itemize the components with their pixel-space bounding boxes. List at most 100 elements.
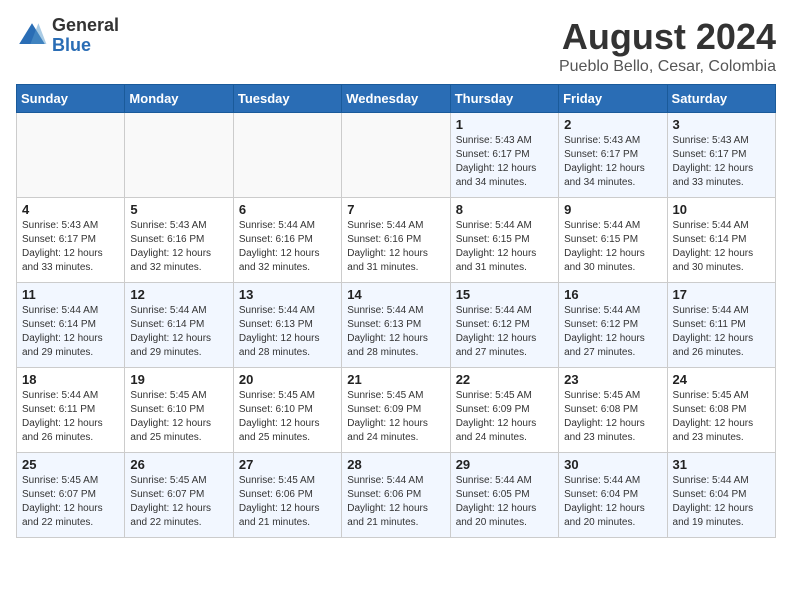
cell-0-5: 2Sunrise: 5:43 AM Sunset: 6:17 PM Daylig… (559, 113, 667, 198)
cell-0-3 (342, 113, 450, 198)
day-info: Sunrise: 5:44 AM Sunset: 6:11 PM Dayligh… (22, 389, 119, 445)
cell-1-4: 8Sunrise: 5:44 AM Sunset: 6:15 PM Daylig… (450, 198, 558, 283)
day-number: 25 (22, 457, 119, 472)
cell-4-0: 25 Sunrise: 5:45 AM Sunset: 6:07 PM Dayli… (17, 453, 125, 538)
day-info: Sunrise: 5:44 AM Sunset: 6:15 PM Dayligh… (564, 219, 661, 275)
cell-2-0: 11 Sunrise: 5:44 AM Sunset: 6:14 PM Dayli… (17, 283, 125, 368)
day-info: Sunrise: 5:45 AM Sunset: 6:10 PM Dayligh… (239, 389, 336, 445)
cell-1-3: 7 Sunrise: 5:44 AM Sunset: 6:16 PM Daylig… (342, 198, 450, 283)
cell-2-1: 12Sunrise: 5:44 AM Sunset: 6:14 PM Dayli… (125, 283, 233, 368)
day-number: 9 (564, 202, 661, 217)
cell-3-0: 18 Sunrise: 5:44 AM Sunset: 6:11 PM Dayli… (17, 368, 125, 453)
day-info: Sunrise: 5:44 AM Sunset: 6:14 PM Dayligh… (130, 304, 227, 360)
week-row-2: 4Sunrise: 5:43 AM Sunset: 6:17 PM Daylig… (17, 198, 776, 283)
cell-1-5: 9 Sunrise: 5:44 AM Sunset: 6:15 PM Daylig… (559, 198, 667, 283)
cell-4-4: 29 Sunrise: 5:44 AM Sunset: 6:05 PM Dayli… (450, 453, 558, 538)
logo: General Blue (16, 16, 119, 56)
day-info: Sunrise: 5:45 AM Sunset: 6:06 PM Dayligh… (239, 474, 336, 530)
day-info: Sunrise: 5:44 AM Sunset: 6:12 PM Dayligh… (456, 304, 553, 360)
day-info: Sunrise: 5:45 AM Sunset: 6:07 PM Dayligh… (22, 474, 119, 530)
day-info: Sunrise: 5:45 AM Sunset: 6:09 PM Dayligh… (456, 389, 553, 445)
day-number: 21 (347, 372, 444, 387)
cell-1-1: 5 Sunrise: 5:43 AM Sunset: 6:16 PM Daylig… (125, 198, 233, 283)
day-number: 5 (130, 202, 227, 217)
day-number: 31 (673, 457, 770, 472)
week-row-4: 18 Sunrise: 5:44 AM Sunset: 6:11 PM Dayli… (17, 368, 776, 453)
week-row-5: 25 Sunrise: 5:45 AM Sunset: 6:07 PM Dayli… (17, 453, 776, 538)
day-info: Sunrise: 5:44 AM Sunset: 6:04 PM Dayligh… (673, 474, 770, 530)
day-info: Sunrise: 5:44 AM Sunset: 6:04 PM Dayligh… (564, 474, 661, 530)
week-row-3: 11 Sunrise: 5:44 AM Sunset: 6:14 PM Dayli… (17, 283, 776, 368)
cell-1-2: 6Sunrise: 5:44 AM Sunset: 6:16 PM Daylig… (233, 198, 341, 283)
logo-icon (16, 20, 48, 52)
day-number: 26 (130, 457, 227, 472)
day-info: Sunrise: 5:44 AM Sunset: 6:06 PM Dayligh… (347, 474, 444, 530)
day-number: 23 (564, 372, 661, 387)
day-number: 14 (347, 287, 444, 302)
day-number: 13 (239, 287, 336, 302)
day-info: Sunrise: 5:44 AM Sunset: 6:05 PM Dayligh… (456, 474, 553, 530)
header: General Blue August 2024 Pueblo Bello, C… (16, 16, 776, 76)
calendar-table: SundayMondayTuesdayWednesdayThursdayFrid… (16, 84, 776, 538)
header-sunday: Sunday (17, 85, 125, 113)
cell-0-0 (17, 113, 125, 198)
cell-0-2 (233, 113, 341, 198)
cell-2-5: 16 Sunrise: 5:44 AM Sunset: 6:12 PM Dayli… (559, 283, 667, 368)
day-info: Sunrise: 5:45 AM Sunset: 6:10 PM Dayligh… (130, 389, 227, 445)
day-info: Sunrise: 5:44 AM Sunset: 6:14 PM Dayligh… (22, 304, 119, 360)
day-info: Sunrise: 5:45 AM Sunset: 6:09 PM Dayligh… (347, 389, 444, 445)
header-thursday: Thursday (450, 85, 558, 113)
logo-general: General (52, 16, 119, 36)
calendar-header: SundayMondayTuesdayWednesdayThursdayFrid… (17, 85, 776, 113)
header-friday: Friday (559, 85, 667, 113)
cell-2-2: 13 Sunrise: 5:44 AM Sunset: 6:13 PM Dayli… (233, 283, 341, 368)
day-info: Sunrise: 5:43 AM Sunset: 6:17 PM Dayligh… (22, 219, 119, 275)
day-number: 17 (673, 287, 770, 302)
cell-0-1 (125, 113, 233, 198)
cell-3-4: 22Sunrise: 5:45 AM Sunset: 6:09 PM Dayli… (450, 368, 558, 453)
header-saturday: Saturday (667, 85, 775, 113)
day-number: 30 (564, 457, 661, 472)
day-info: Sunrise: 5:43 AM Sunset: 6:16 PM Dayligh… (130, 219, 227, 275)
cell-2-6: 17Sunrise: 5:44 AM Sunset: 6:11 PM Dayli… (667, 283, 775, 368)
cell-3-1: 19 Sunrise: 5:45 AM Sunset: 6:10 PM Dayli… (125, 368, 233, 453)
day-info: Sunrise: 5:45 AM Sunset: 6:08 PM Dayligh… (564, 389, 661, 445)
day-number: 18 (22, 372, 119, 387)
day-info: Sunrise: 5:45 AM Sunset: 6:08 PM Dayligh… (673, 389, 770, 445)
calendar-body: 1Sunrise: 5:43 AM Sunset: 6:17 PM Daylig… (17, 113, 776, 538)
day-number: 11 (22, 287, 119, 302)
cell-4-5: 30 Sunrise: 5:44 AM Sunset: 6:04 PM Dayli… (559, 453, 667, 538)
cell-4-6: 31 Sunrise: 5:44 AM Sunset: 6:04 PM Dayli… (667, 453, 775, 538)
cell-3-2: 20 Sunrise: 5:45 AM Sunset: 6:10 PM Dayli… (233, 368, 341, 453)
day-info: Sunrise: 5:43 AM Sunset: 6:17 PM Dayligh… (456, 134, 553, 190)
cell-1-6: 10 Sunrise: 5:44 AM Sunset: 6:14 PM Dayli… (667, 198, 775, 283)
logo-text: General Blue (52, 16, 119, 56)
day-number: 20 (239, 372, 336, 387)
day-number: 7 (347, 202, 444, 217)
day-number: 2 (564, 117, 661, 132)
day-number: 15 (456, 287, 553, 302)
day-info: Sunrise: 5:44 AM Sunset: 6:16 PM Dayligh… (239, 219, 336, 275)
day-number: 10 (673, 202, 770, 217)
cell-4-3: 28Sunrise: 5:44 AM Sunset: 6:06 PM Dayli… (342, 453, 450, 538)
cell-3-5: 23 Sunrise: 5:45 AM Sunset: 6:08 PM Dayli… (559, 368, 667, 453)
day-info: Sunrise: 5:44 AM Sunset: 6:12 PM Dayligh… (564, 304, 661, 360)
day-number: 8 (456, 202, 553, 217)
day-info: Sunrise: 5:44 AM Sunset: 6:13 PM Dayligh… (239, 304, 336, 360)
day-info: Sunrise: 5:44 AM Sunset: 6:16 PM Dayligh… (347, 219, 444, 275)
cell-0-4: 1Sunrise: 5:43 AM Sunset: 6:17 PM Daylig… (450, 113, 558, 198)
day-number: 29 (456, 457, 553, 472)
cell-2-3: 14Sunrise: 5:44 AM Sunset: 6:13 PM Dayli… (342, 283, 450, 368)
day-number: 3 (673, 117, 770, 132)
header-row: SundayMondayTuesdayWednesdayThursdayFrid… (17, 85, 776, 113)
day-number: 16 (564, 287, 661, 302)
day-info: Sunrise: 5:43 AM Sunset: 6:17 PM Dayligh… (673, 134, 770, 190)
day-info: Sunrise: 5:44 AM Sunset: 6:14 PM Dayligh… (673, 219, 770, 275)
cell-4-2: 27Sunrise: 5:45 AM Sunset: 6:06 PM Dayli… (233, 453, 341, 538)
cell-0-6: 3 Sunrise: 5:43 AM Sunset: 6:17 PM Daylig… (667, 113, 775, 198)
day-number: 19 (130, 372, 227, 387)
header-wednesday: Wednesday (342, 85, 450, 113)
day-info: Sunrise: 5:45 AM Sunset: 6:07 PM Dayligh… (130, 474, 227, 530)
title-area: August 2024 Pueblo Bello, Cesar, Colombi… (559, 16, 776, 76)
cell-3-6: 24Sunrise: 5:45 AM Sunset: 6:08 PM Dayli… (667, 368, 775, 453)
